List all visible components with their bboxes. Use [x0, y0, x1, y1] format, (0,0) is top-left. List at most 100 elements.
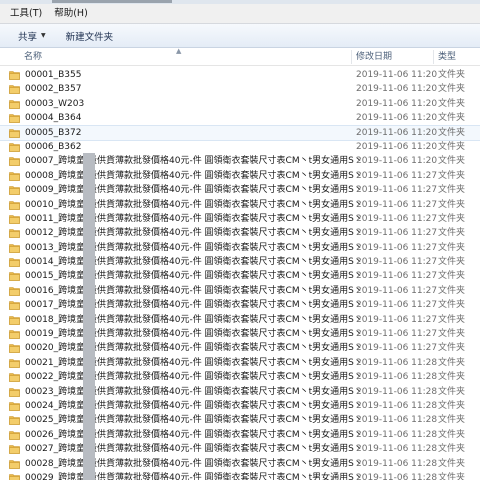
file-date: 2019-11-06 11:28 — [356, 415, 438, 426]
file-name: 00024_跨境童 量供貨薄款批發價格40元-件 圓領衛衣套裝尺寸表CM丶t男女… — [25, 400, 363, 411]
file-date: 2019-11-06 11:20 — [356, 141, 438, 152]
folder-icon — [9, 301, 20, 311]
list-item[interactable]: 00011_跨境童 量供貨薄款批發價格40元-件 圓領衛衣套裝尺寸表CM丶t男女… — [0, 212, 480, 226]
menu-tools[interactable]: 工具(T) — [4, 4, 48, 24]
file-type: 文件夹 — [438, 372, 466, 383]
file-name: 00008_跨境童 量供貨薄款批發價格40元-件 圓領衛衣套裝尺寸表CM丶t男女… — [25, 170, 363, 181]
file-name: 00014_跨境童 量供貨薄款批發價格40元-件 圓領衛衣套裝尺寸表CM丶t男女… — [25, 257, 363, 268]
list-item[interactable]: 00005_B372 2019-11-06 11:20 文件夹 — [0, 124, 480, 141]
list-item[interactable]: 00026_跨境童 量供貨薄款批發價格40元-件 圓領衛衣套裝尺寸表CM丶t男女… — [0, 428, 480, 442]
file-name: 00018_跨境童 量供貨薄款批發價格40元-件 圓領衛衣套裝尺寸表CM丶t男女… — [25, 314, 363, 325]
file-name: 00001_B355 — [25, 70, 82, 80]
list-item[interactable]: 00004_B364 2019-11-06 11:20 文件夹 — [0, 111, 480, 125]
file-type: 文件夹 — [438, 415, 466, 426]
menu-bar: 工具(T) 帮助(H) — [0, 4, 480, 24]
list-item[interactable]: 00006_B362 2019-11-06 11:20 文件夹 — [0, 140, 480, 154]
new-folder-button[interactable]: 新建文件夹 — [56, 24, 124, 48]
folder-icon — [9, 114, 20, 123]
file-date: 2019-11-06 11:20 — [356, 70, 438, 80]
file-name: 00009_跨境童 量供貨薄款批發價格40元-件 圓領衛衣套裝尺寸表CM丶t男女… — [25, 185, 363, 196]
list-item[interactable]: 00029_跨境童 量供貨薄款批發價格40元-件 圓領衛衣套裝尺寸表CM丶t男女… — [0, 471, 480, 480]
file-name: 00015_跨境童 量供貨薄款批發價格40元-件 圓領衛衣套裝尺寸表CM丶t男女… — [25, 271, 363, 282]
list-item[interactable]: 00019_跨境童 量供貨薄款批發價格40元-件 圓領衛衣套裝尺寸表CM丶t男女… — [0, 327, 480, 341]
file-type: 文件夹 — [438, 213, 466, 224]
folder-icon — [9, 430, 20, 440]
folder-icon — [9, 359, 20, 368]
file-type: 文件夹 — [438, 199, 466, 210]
file-date: 2019-11-06 11:27 — [356, 242, 438, 253]
column-divider[interactable] — [351, 50, 352, 64]
folder-icon — [9, 344, 20, 354]
folder-icon — [9, 459, 20, 469]
file-type: 文件夹 — [438, 98, 466, 109]
folder-icon — [9, 71, 20, 80]
file-date: 2019-11-06 11:27 — [356, 170, 438, 181]
list-item[interactable]: 00022_跨境童 量供貨薄款批發價格40元-件 圓領衛衣套裝尺寸表CM丶t男女… — [0, 370, 480, 384]
list-item[interactable]: 00024_跨境童 量供貨薄款批發價格40元-件 圓領衛衣套裝尺寸表CM丶t男女… — [0, 399, 480, 413]
column-header-date[interactable]: 修改日期 — [356, 48, 392, 66]
share-button[interactable]: 共享 ▼ — [8, 24, 56, 48]
file-list: 00001_B355 2019-11-06 11:20 文件夹 00002_B357 2… — [0, 68, 480, 480]
file-name: 00004_B364 — [25, 113, 82, 124]
file-name: 00020_跨境童 量供貨薄款批發價格40元-件 圓領衛衣套裝尺寸表CM丶t男女… — [25, 343, 363, 354]
file-type: 文件夹 — [438, 400, 466, 411]
list-item[interactable]: 00007_跨境童 量供貨薄款批發價格40元-件 圓領衛衣套裝尺寸表CM丶t男女… — [0, 154, 480, 168]
file-date: 2019-11-06 11:27 — [356, 300, 438, 311]
redaction-overlay — [83, 153, 95, 480]
list-item[interactable]: 00027_跨境童 量供貨薄款批發價格40元-件 圓領衛衣套裝尺寸表CM丶t男女… — [0, 442, 480, 456]
list-item[interactable]: 00003_W203 2019-11-06 11:20 文件夹 — [0, 97, 480, 111]
file-date: 2019-11-06 11:27 — [356, 228, 438, 239]
list-item[interactable]: 00023_跨境童 量供貨薄款批發價格40元-件 圓領衛衣套裝尺寸表CM丶t男女… — [0, 385, 480, 399]
file-name: 00002_B357 — [25, 84, 82, 95]
file-date: 2019-11-06 11:20 — [356, 156, 438, 167]
command-bar: 共享 ▼ 新建文件夹 — [0, 24, 480, 48]
list-item[interactable]: 00018_跨境童 量供貨薄款批發價格40元-件 圓領衛衣套裝尺寸表CM丶t男女… — [0, 313, 480, 327]
list-item[interactable]: 00016_跨境童 量供貨薄款批發價格40元-件 圓領衛衣套裝尺寸表CM丶t男女… — [0, 284, 480, 298]
file-name: 00029_跨境童 量供貨薄款批發價格40元-件 圓領衛衣套裝尺寸表CM丶t男女… — [25, 472, 363, 480]
folder-icon — [9, 474, 20, 480]
list-item[interactable]: 00009_跨境童 量供貨薄款批發價格40元-件 圓領衛衣套裝尺寸表CM丶t男女… — [0, 183, 480, 197]
folder-icon — [9, 315, 20, 325]
folder-icon — [9, 373, 20, 383]
file-type: 文件夹 — [438, 70, 466, 80]
file-date: 2019-11-06 11:27 — [356, 199, 438, 210]
list-item[interactable]: 00001_B355 2019-11-06 11:20 文件夹 — [0, 68, 480, 82]
list-item[interactable]: 00012_跨境童 量供貨薄款批發價格40元-件 圓領衛衣套裝尺寸表CM丶t男女… — [0, 226, 480, 240]
file-name: 00006_B362 — [25, 141, 82, 152]
folder-icon — [9, 215, 20, 224]
list-item[interactable]: 00021_跨境童 量供貨薄款批發價格40元-件 圓領衛衣套裝尺寸表CM丶t男女… — [0, 356, 480, 370]
list-item[interactable]: 00017_跨境童 量供貨薄款批發價格40元-件 圓領衛衣套裝尺寸表CM丶t男女… — [0, 298, 480, 312]
list-item[interactable]: 00010_跨境童 量供貨薄款批發價格40元-件 圓領衛衣套裝尺寸表CM丶t男女… — [0, 198, 480, 212]
file-type: 文件夹 — [438, 314, 466, 325]
file-date: 2019-11-06 11:27 — [356, 271, 438, 282]
file-date: 2019-11-06 11:27 — [356, 314, 438, 325]
list-item[interactable]: 00008_跨境童 量供貨薄款批發價格40元-件 圓領衛衣套裝尺寸表CM丶t男女… — [0, 169, 480, 183]
file-name: 00016_跨境童 量供貨薄款批發價格40元-件 圓領衛衣套裝尺寸表CM丶t男女… — [25, 285, 363, 296]
list-item[interactable]: 00013_跨境童 量供貨薄款批發價格40元-件 圓領衛衣套裝尺寸表CM丶t男女… — [0, 241, 480, 255]
list-item[interactable]: 00025_跨境童 量供貨薄款批發價格40元-件 圓領衛衣套裝尺寸表CM丶t男女… — [0, 413, 480, 427]
file-type: 文件夹 — [438, 185, 466, 196]
column-divider[interactable] — [433, 50, 434, 64]
list-item[interactable]: 00002_B357 2019-11-06 11:20 文件夹 — [0, 82, 480, 96]
file-type: 文件夹 — [438, 458, 466, 469]
list-item[interactable]: 00015_跨境童 量供貨薄款批發價格40元-件 圓領衛衣套裝尺寸表CM丶t男女… — [0, 269, 480, 283]
column-header-name[interactable]: 名称 — [24, 48, 42, 66]
file-name: 00026_跨境童 量供貨薄款批發價格40元-件 圓領衛衣套裝尺寸表CM丶t男女… — [25, 429, 363, 440]
file-date: 2019-11-06 11:28 — [356, 386, 438, 397]
list-item[interactable]: 00014_跨境童 量供貨薄款批發價格40元-件 圓領衛衣套裝尺寸表CM丶t男女… — [0, 255, 480, 269]
file-date: 2019-11-06 11:27 — [356, 213, 438, 224]
file-type: 文件夹 — [438, 113, 466, 124]
column-header-type[interactable]: 类型 — [438, 48, 456, 66]
file-type: 文件夹 — [438, 300, 466, 311]
list-item[interactable]: 00020_跨境童 量供貨薄款批發價格40元-件 圓領衛衣套裝尺寸表CM丶t男女… — [0, 341, 480, 355]
file-name: 00007_跨境童 量供貨薄款批發價格40元-件 圓領衛衣套裝尺寸表CM丶t男女… — [25, 156, 363, 167]
file-name: 00003_W203 — [25, 98, 85, 109]
list-item[interactable]: 00028_跨境童 量供貨薄款批發價格40元-件 圓領衛衣套裝尺寸表CM丶t男女… — [0, 457, 480, 471]
file-type: 文件夹 — [438, 444, 466, 455]
file-type: 文件夹 — [438, 141, 466, 152]
file-date: 2019-11-06 11:20 — [356, 98, 438, 109]
menu-help[interactable]: 帮助(H) — [48, 4, 94, 24]
file-date: 2019-11-06 11:28 — [356, 429, 438, 440]
file-date: 2019-11-06 11:27 — [356, 285, 438, 296]
file-name: 00010_跨境童 量供貨薄款批發價格40元-件 圓領衛衣套裝尺寸表CM丶t男女… — [25, 199, 363, 210]
